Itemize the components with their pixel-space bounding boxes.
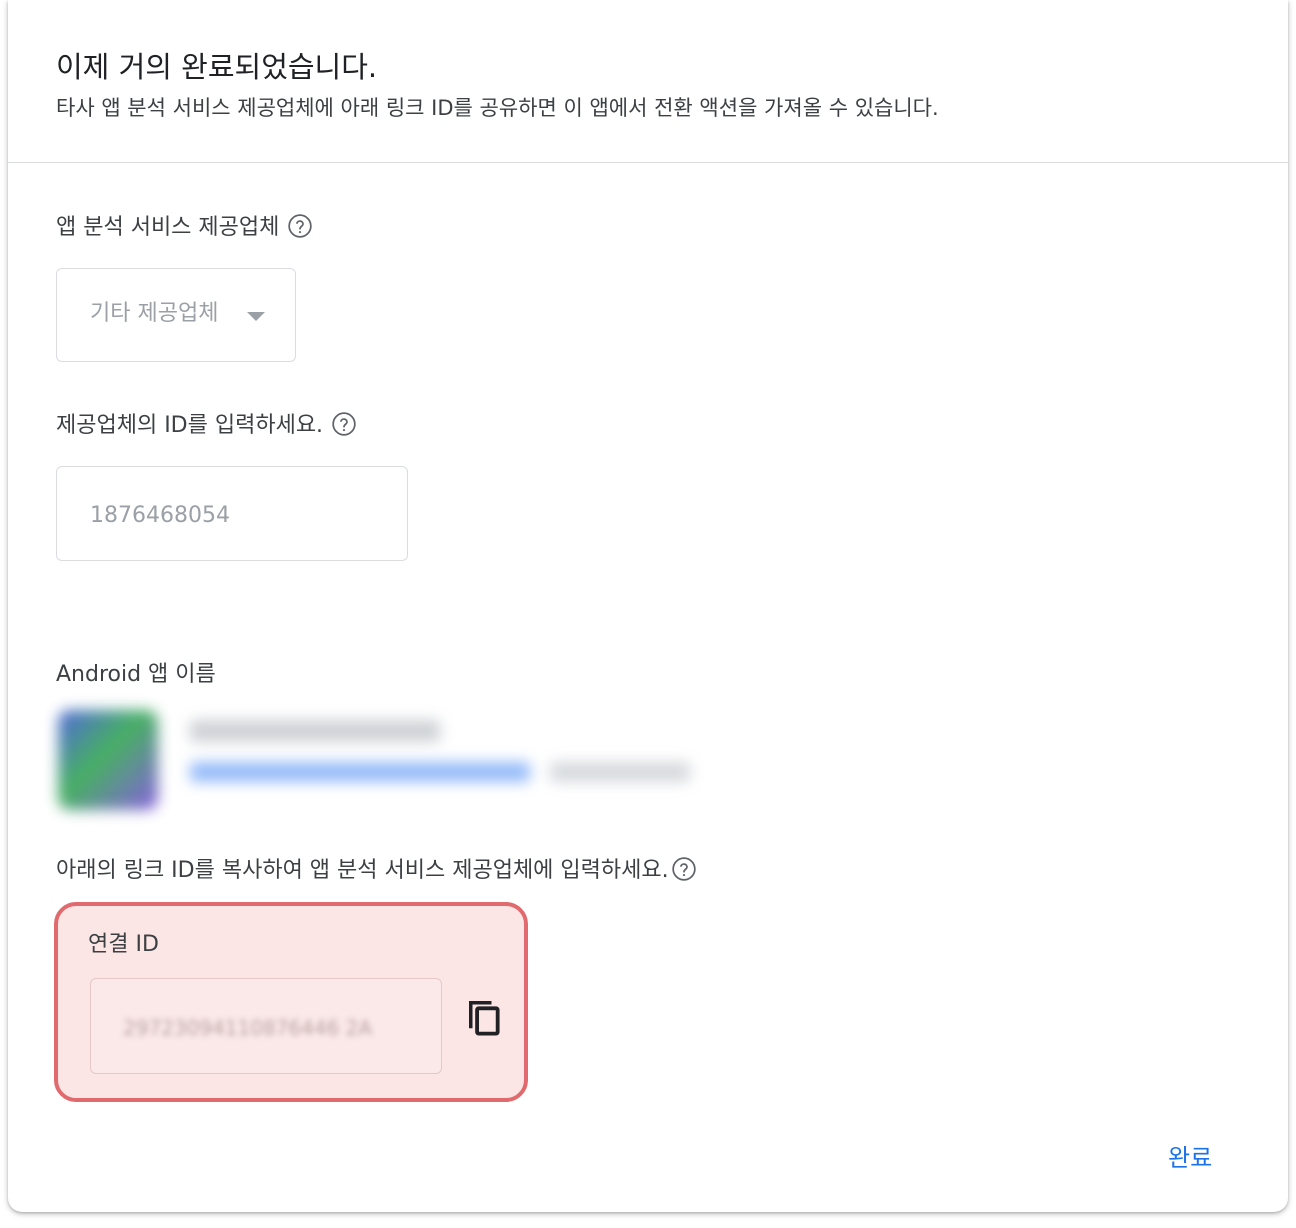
link-id-field[interactable]: 29723094110876446 2A (90, 978, 442, 1074)
link-id-value: 29723094110876446 2A (123, 1016, 373, 1040)
caret-down-icon (247, 312, 265, 321)
dialog-header: 이제 거의 완료되었습니다. 타사 앱 분석 서비스 제공업체에 아래 링크 I… (8, 0, 1288, 163)
app-name-redacted (190, 720, 440, 742)
link-id-instruction-row: 아래의 링크 ID를 복사하여 앱 분석 서비스 제공업체에 입력하세요. (56, 856, 697, 886)
done-button[interactable]: 완료 (1158, 1138, 1222, 1178)
app-id-redacted (550, 762, 690, 782)
provider-id-input[interactable]: 1876468054 (56, 466, 408, 561)
dialog: 이제 거의 완료되었습니다. 타사 앱 분석 서비스 제공업체에 아래 링크 I… (8, 0, 1288, 1212)
android-app-label: Android 앱 이름 (56, 662, 216, 687)
provider-select[interactable]: 기타 제공업체 (56, 268, 296, 362)
provider-label-row: 앱 분석 서비스 제공업체 (56, 213, 313, 243)
provider-id-label-row: 제공업체의 ID를 입력하세요. (56, 411, 357, 441)
dialog-subtitle: 타사 앱 분석 서비스 제공업체에 아래 링크 ID를 공유하면 이 앱에서 전… (56, 96, 939, 120)
copy-icon[interactable] (466, 996, 504, 1038)
link-id-label: 연결 ID (88, 932, 159, 957)
provider-label: 앱 분석 서비스 제공업체 (56, 215, 280, 240)
provider-select-value: 기타 제공업체 (90, 301, 219, 326)
app-store-link-redacted[interactable] (190, 762, 530, 782)
app-card-blurred (30, 690, 770, 830)
help-icon[interactable] (331, 411, 357, 437)
help-icon[interactable] (671, 856, 697, 882)
help-icon[interactable] (287, 213, 313, 239)
link-id-highlight: 연결 ID 29723094110876446 2A (54, 902, 528, 1102)
dialog-title: 이제 거의 완료되었습니다. (56, 50, 378, 84)
provider-id-label: 제공업체의 ID를 입력하세요. (56, 413, 324, 438)
link-id-instruction: 아래의 링크 ID를 복사하여 앱 분석 서비스 제공업체에 입력하세요. (56, 858, 669, 883)
app-icon (58, 710, 158, 810)
provider-id-value: 1876468054 (90, 503, 230, 528)
